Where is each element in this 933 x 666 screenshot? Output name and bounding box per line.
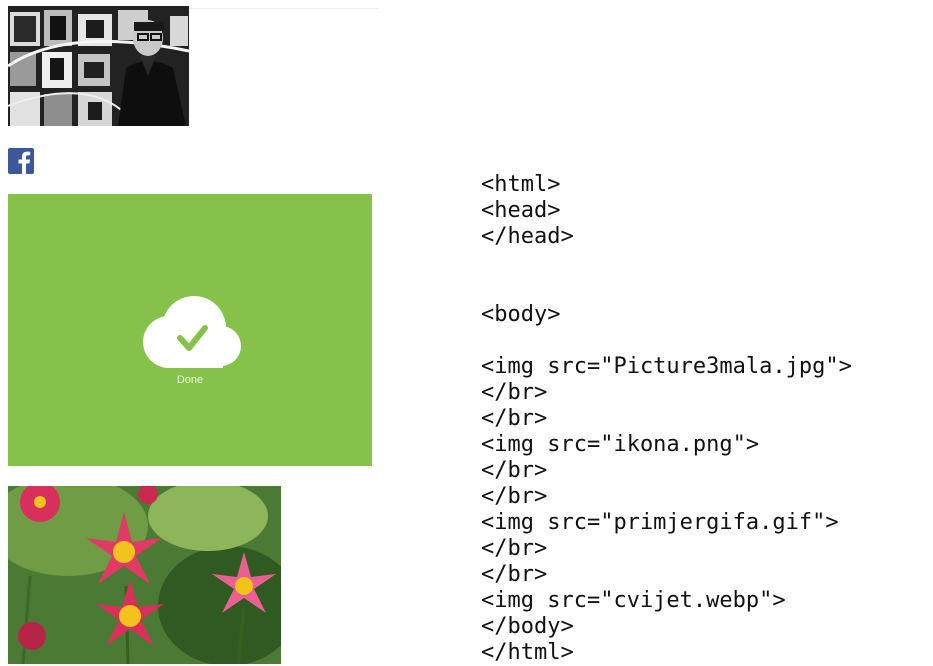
code-line: </html> xyxy=(481,640,574,665)
code-line: </br> xyxy=(481,484,548,509)
code-line: <body> xyxy=(481,302,561,327)
flower-photo xyxy=(8,486,281,664)
done-animation: Done xyxy=(8,194,372,466)
code-line: </body> xyxy=(481,614,574,639)
code-line: <img src="Picture3mala.jpg"> xyxy=(481,354,852,379)
code-line: <img src="ikona.png"> xyxy=(481,432,760,457)
code-line: </br> xyxy=(481,380,548,405)
code-line: </br> xyxy=(481,562,548,587)
code-line: <html> xyxy=(481,172,561,197)
code-line: <head> xyxy=(481,198,561,223)
facebook-icon xyxy=(8,148,34,174)
code-line: <img src="primjergifa.gif"> xyxy=(481,510,839,535)
cloud-check-icon xyxy=(143,296,241,368)
code-line: <img src="cvijet.webp"> xyxy=(481,588,786,613)
code-line: </br> xyxy=(481,536,548,561)
html-code-listing: <html> <head> </head> <body> <img src="Pictu… xyxy=(481,172,852,666)
code-line: </br> xyxy=(481,406,548,431)
done-label: Done xyxy=(176,374,204,386)
code-line: </head> xyxy=(481,224,574,249)
code-line: </br> xyxy=(481,458,548,483)
portrait-photo xyxy=(8,6,189,126)
